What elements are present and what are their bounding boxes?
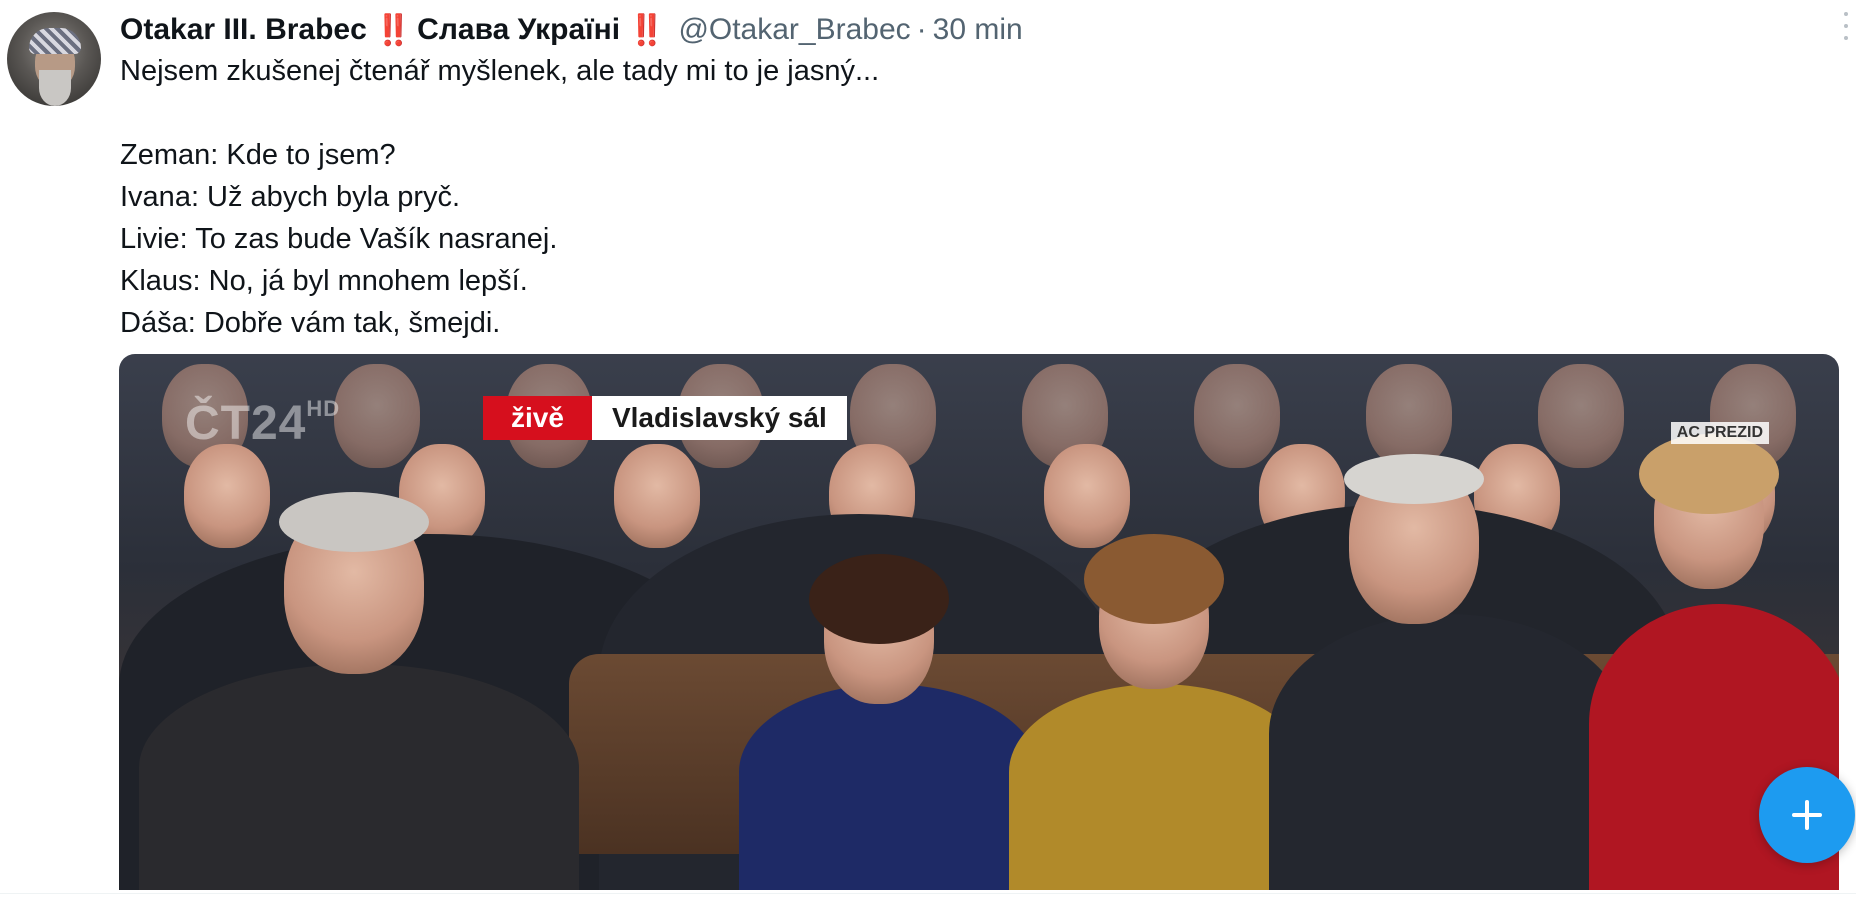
live-banner: živě Vladislavský sál (483, 396, 847, 440)
timestamp[interactable]: 30 min (933, 13, 1023, 47)
avatar[interactable] (7, 12, 101, 106)
plus-icon (1792, 800, 1822, 830)
channel-logo-text: ČT24 (185, 397, 307, 450)
double-exclamation-icon: ‼️ (374, 13, 412, 47)
tweet-text-line: Ivana: Už abych byla pryč. (120, 181, 461, 213)
tweet-text-line: Nejsem zkušenej čtenář myšlenek, ale tad… (120, 55, 880, 87)
display-name[interactable]: Otakar III. Brabec (120, 13, 367, 47)
tweet[interactable]: Otakar III. Brabec ‼️ Слава Україні ‼️ @… (0, 0, 1856, 905)
tweet-text-line: Zeman: Kde to jsem? (120, 139, 396, 171)
more-vertical-icon[interactable] (1842, 12, 1850, 40)
compose-fab-button[interactable] (1759, 767, 1855, 863)
user-handle[interactable]: @Otakar_Brabec (678, 13, 910, 47)
avatar-cap (29, 28, 81, 54)
tweet-text: Nejsem zkušenej čtenář myšlenek, ale tad… (120, 50, 879, 344)
display-name-slogan[interactable]: Слава Україні (417, 13, 620, 47)
tweet-text-line-empty (120, 92, 879, 134)
tweet-text-line: Livie: To zas bude Vašík nasranej. (120, 223, 558, 255)
broadcast-watermark: AC PREZID (1670, 422, 1769, 444)
tweet-text-line: Klaus: No, já byl mnohem lepší. (120, 265, 528, 297)
tweet-media-photo[interactable]: ČT24HD živě Vladislavský sál AC PREZID (119, 354, 1839, 890)
separator-dot: · (916, 13, 927, 46)
divider (0, 893, 1856, 894)
tweet-header: Otakar III. Brabec ‼️ Слава Україні ‼️ @… (120, 8, 1023, 52)
tweet-text-line: Dáša: Dobře vám tak, šmejdi. (120, 307, 501, 339)
avatar-beard (39, 70, 71, 106)
double-exclamation-icon: ‼️ (628, 13, 665, 47)
location-label: Vladislavský sál (591, 396, 847, 440)
channel-logo-suffix: HD (306, 396, 341, 421)
channel-logo: ČT24HD (185, 396, 340, 451)
live-label: živě (483, 396, 592, 440)
